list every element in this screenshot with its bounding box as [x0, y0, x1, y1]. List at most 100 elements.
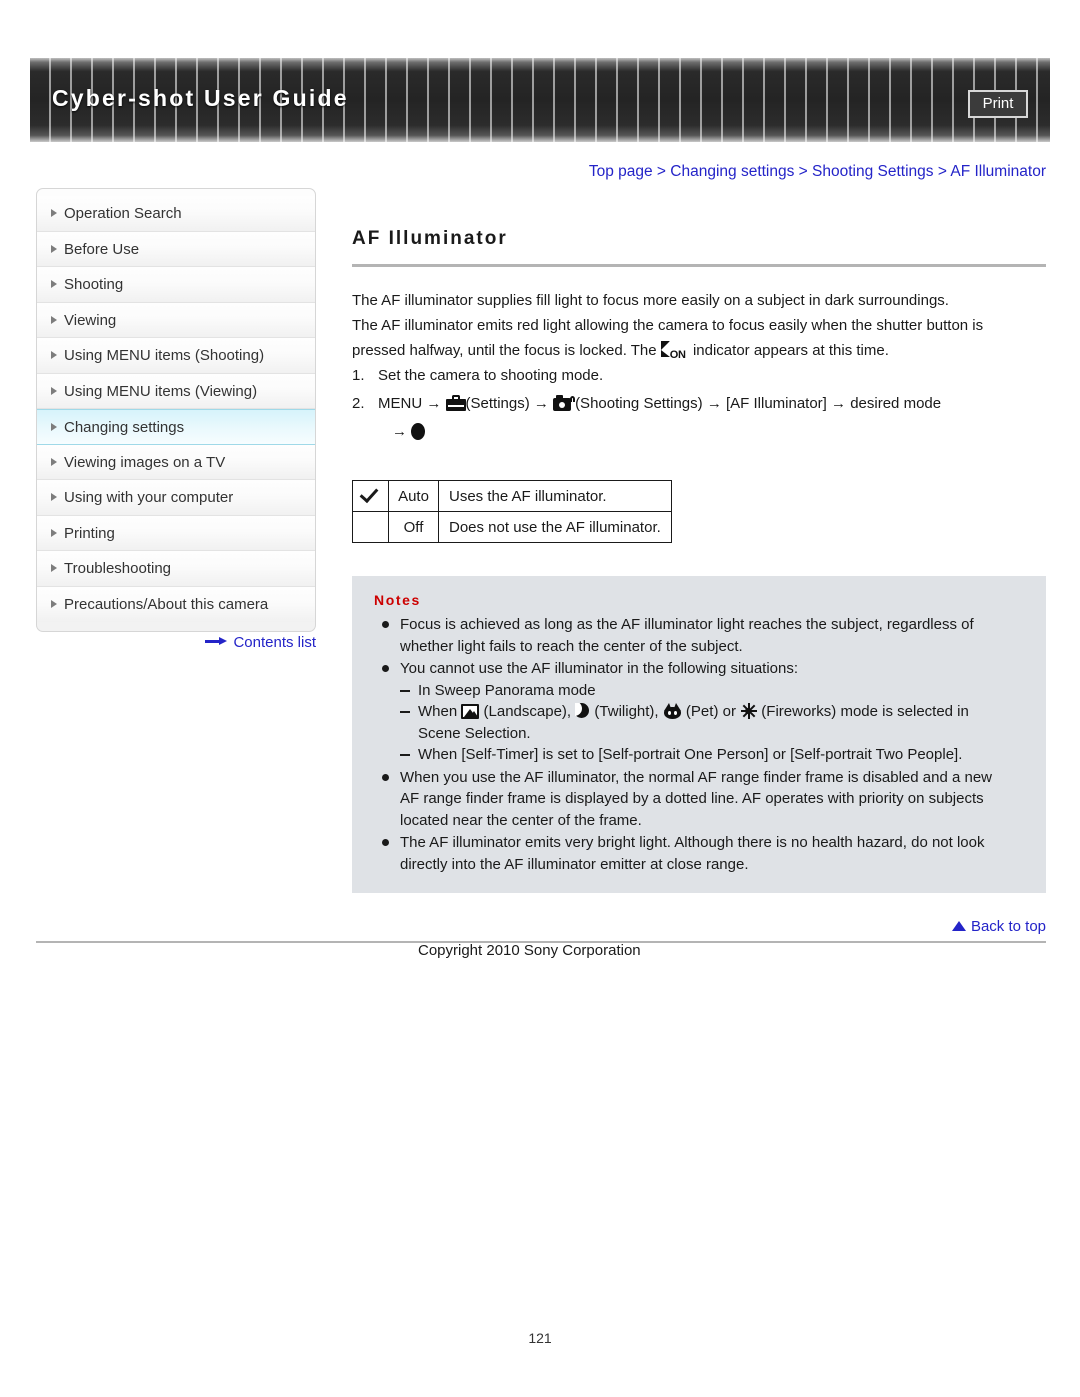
note-line: AF range finder frame is displayed by a …: [400, 790, 984, 807]
note-line: When you use the AF illuminator, the nor…: [400, 768, 992, 786]
notes-list: Focus is achieved as long as the AF illu…: [374, 614, 1028, 875]
sidebar-item-label: Using MENU items (Shooting): [64, 347, 265, 364]
breadcrumb-item-1[interactable]: Changing settings: [670, 163, 794, 180]
triangle-right-icon: [51, 315, 57, 324]
note-line: In Sweep Panorama mode: [418, 681, 596, 699]
intro-line-1: The AF illuminator supplies fill light t…: [352, 292, 949, 309]
step-2-settings-label: (Settings): [465, 395, 530, 412]
sidebar-item-label: Troubleshooting: [64, 560, 172, 577]
intro-line-3-pre: pressed halfway, until the focus is lock…: [352, 342, 657, 359]
sidebar-item-printing[interactable]: Printing: [37, 515, 315, 551]
sidebar-item-label: Changing settings: [64, 419, 185, 436]
note-subitem-4: When [Self-Timer] is set to [Self-portra…: [374, 744, 1028, 766]
sidebar-item-label: Shooting: [64, 276, 124, 293]
sidebar-nav: Operation Search Before Use Shooting Viewin…: [36, 188, 316, 632]
landscape-mode-icon: [461, 704, 480, 719]
sidebar-item-using-menu-items-viewing[interactable]: Using MENU items (Viewing): [37, 373, 315, 409]
procedure-steps: 1. Set the camera to shooting mode. 2. M…: [352, 362, 1054, 446]
note-bullet-0: Focus is achieved as long as the AF illu…: [374, 614, 1028, 657]
step-2-number: 2.: [352, 395, 365, 412]
note-line: The AF illuminator emits very bright lig…: [400, 834, 985, 851]
note-line: You cannot use the AF illuminator in the…: [400, 660, 799, 677]
note-line: When: [418, 703, 462, 720]
sidebar-item-troubleshooting[interactable]: Troubleshooting: [37, 551, 315, 587]
step-1-text: Set the camera to shooting mode.: [378, 367, 604, 384]
sidebar-item-using-menu-items-shooting[interactable]: Using MENU items (Shooting): [37, 338, 315, 374]
dash-icon: [400, 754, 410, 756]
contents-list-link[interactable]: Contents list: [36, 634, 316, 651]
copyright-text: Copyright 2010 Sony Corporation: [418, 942, 641, 959]
triangle-right-icon: [51, 209, 57, 218]
step-2-continuation: →: [352, 418, 1054, 446]
note-line: (Fireworks) mode is selected in: [757, 703, 969, 720]
option-description-cell: Uses the AF illuminator.: [438, 480, 672, 512]
breadcrumb-separator: >: [933, 163, 951, 180]
step-2: 2. MENU → (Settings) → (Shooting Setting…: [352, 390, 1054, 418]
sidebar-item-before-use[interactable]: Before Use: [37, 231, 315, 267]
title-divider: [352, 264, 1046, 267]
table-row: Auto Uses the AF illuminator.: [352, 480, 672, 512]
sidebar-item-changing-settings[interactable]: Changing settings: [37, 409, 315, 445]
fireworks-mode-icon: [740, 703, 757, 719]
triangle-right-icon: [51, 528, 57, 537]
bullet-icon: [382, 665, 389, 672]
sidebar-item-shooting[interactable]: Shooting: [37, 267, 315, 303]
triangle-right-icon: [51, 457, 57, 466]
default-marker-cell: [352, 511, 389, 543]
intro-paragraph: The AF illuminator supplies fill light t…: [352, 288, 1052, 363]
intro-line-3-post: indicator appears at this time.: [692, 342, 889, 359]
sidebar-item-using-with-your-computer[interactable]: Using with your computer: [37, 480, 315, 516]
step-2-menu-label: MENU: [378, 395, 423, 412]
back-to-top-link[interactable]: Back to top: [352, 918, 1046, 935]
triangle-right-icon: [51, 351, 57, 360]
page-title: AF Illuminator: [352, 228, 508, 249]
sidebar-item-label: Operation Search: [64, 205, 182, 222]
checkmark-icon: [361, 486, 380, 502]
note-line: Focus is achieved as long as the AF illu…: [400, 616, 974, 633]
note-bullet-6: The AF illuminator emits very bright lig…: [374, 832, 1028, 875]
settings-toolbox-icon: [445, 395, 466, 411]
step-2-shooting-label: (Shooting Settings): [575, 395, 703, 412]
breadcrumb-item-0[interactable]: Top page: [589, 163, 653, 180]
note-line: directly into the AF illuminator emitter…: [400, 855, 749, 873]
breadcrumb-separator: >: [652, 163, 671, 180]
sidebar-item-label: Using MENU items (Viewing): [64, 382, 258, 400]
contents-list-label: Contents list: [233, 634, 316, 651]
sidebar-item-viewing[interactable]: Viewing: [37, 302, 315, 338]
af-illuminator-on-icon: ON: [660, 340, 689, 361]
user-guide-page: Cyber-shot User Guide Print Top page > C…: [0, 0, 1080, 1397]
arrow-right-icon: [205, 637, 228, 646]
control-button-icon: [411, 423, 426, 440]
notes-box: Notes Focus is achieved as long as the A…: [352, 576, 1046, 893]
sidebar-item-operation-search[interactable]: Operation Search: [37, 196, 315, 232]
note-line: (Pet) or: [681, 703, 741, 720]
notes-title: Notes: [374, 592, 421, 608]
sidebar-item-label: Printing: [64, 524, 115, 542]
option-name-cell: Auto: [388, 480, 439, 512]
sidebar-item-precautions-about-this-camera[interactable]: Precautions/About this camera: [37, 586, 315, 622]
print-button[interactable]: Print: [968, 90, 1028, 118]
sidebar-item-label: Viewing images on a TV: [64, 453, 226, 471]
page-number: 121: [528, 1330, 552, 1346]
triangle-right-icon: [51, 564, 57, 573]
step-arrow-1: →: [426, 395, 442, 412]
option-name-cell: Off: [388, 511, 439, 543]
note-subitem-2: In Sweep Panorama mode: [374, 680, 1028, 702]
dash-icon: [400, 689, 410, 692]
option-description-cell: Does not use the AF illuminator.: [438, 511, 672, 543]
step-1-number: 1.: [352, 367, 365, 384]
shooting-settings-camera-icon: [553, 395, 576, 411]
step-arrow-2: →: [533, 395, 549, 412]
triangle-right-icon: [51, 386, 57, 395]
breadcrumb-item-3[interactable]: AF Illuminator: [950, 163, 1046, 180]
triangle-right-icon: [51, 280, 57, 289]
breadcrumb-item-2[interactable]: Shooting Settings: [812, 163, 934, 180]
bullet-icon: [382, 773, 389, 781]
sidebar-item-label: Precautions/About this camera: [64, 595, 269, 613]
bullet-icon: [382, 839, 389, 846]
sidebar-item-viewing-images-on-a-tv[interactable]: Viewing images on a TV: [37, 444, 315, 480]
app-title: Cyber-shot User Guide: [52, 85, 349, 111]
default-marker-cell: [352, 480, 389, 512]
bullet-icon: [382, 621, 389, 628]
note-line: located near the center of the frame.: [400, 811, 642, 829]
